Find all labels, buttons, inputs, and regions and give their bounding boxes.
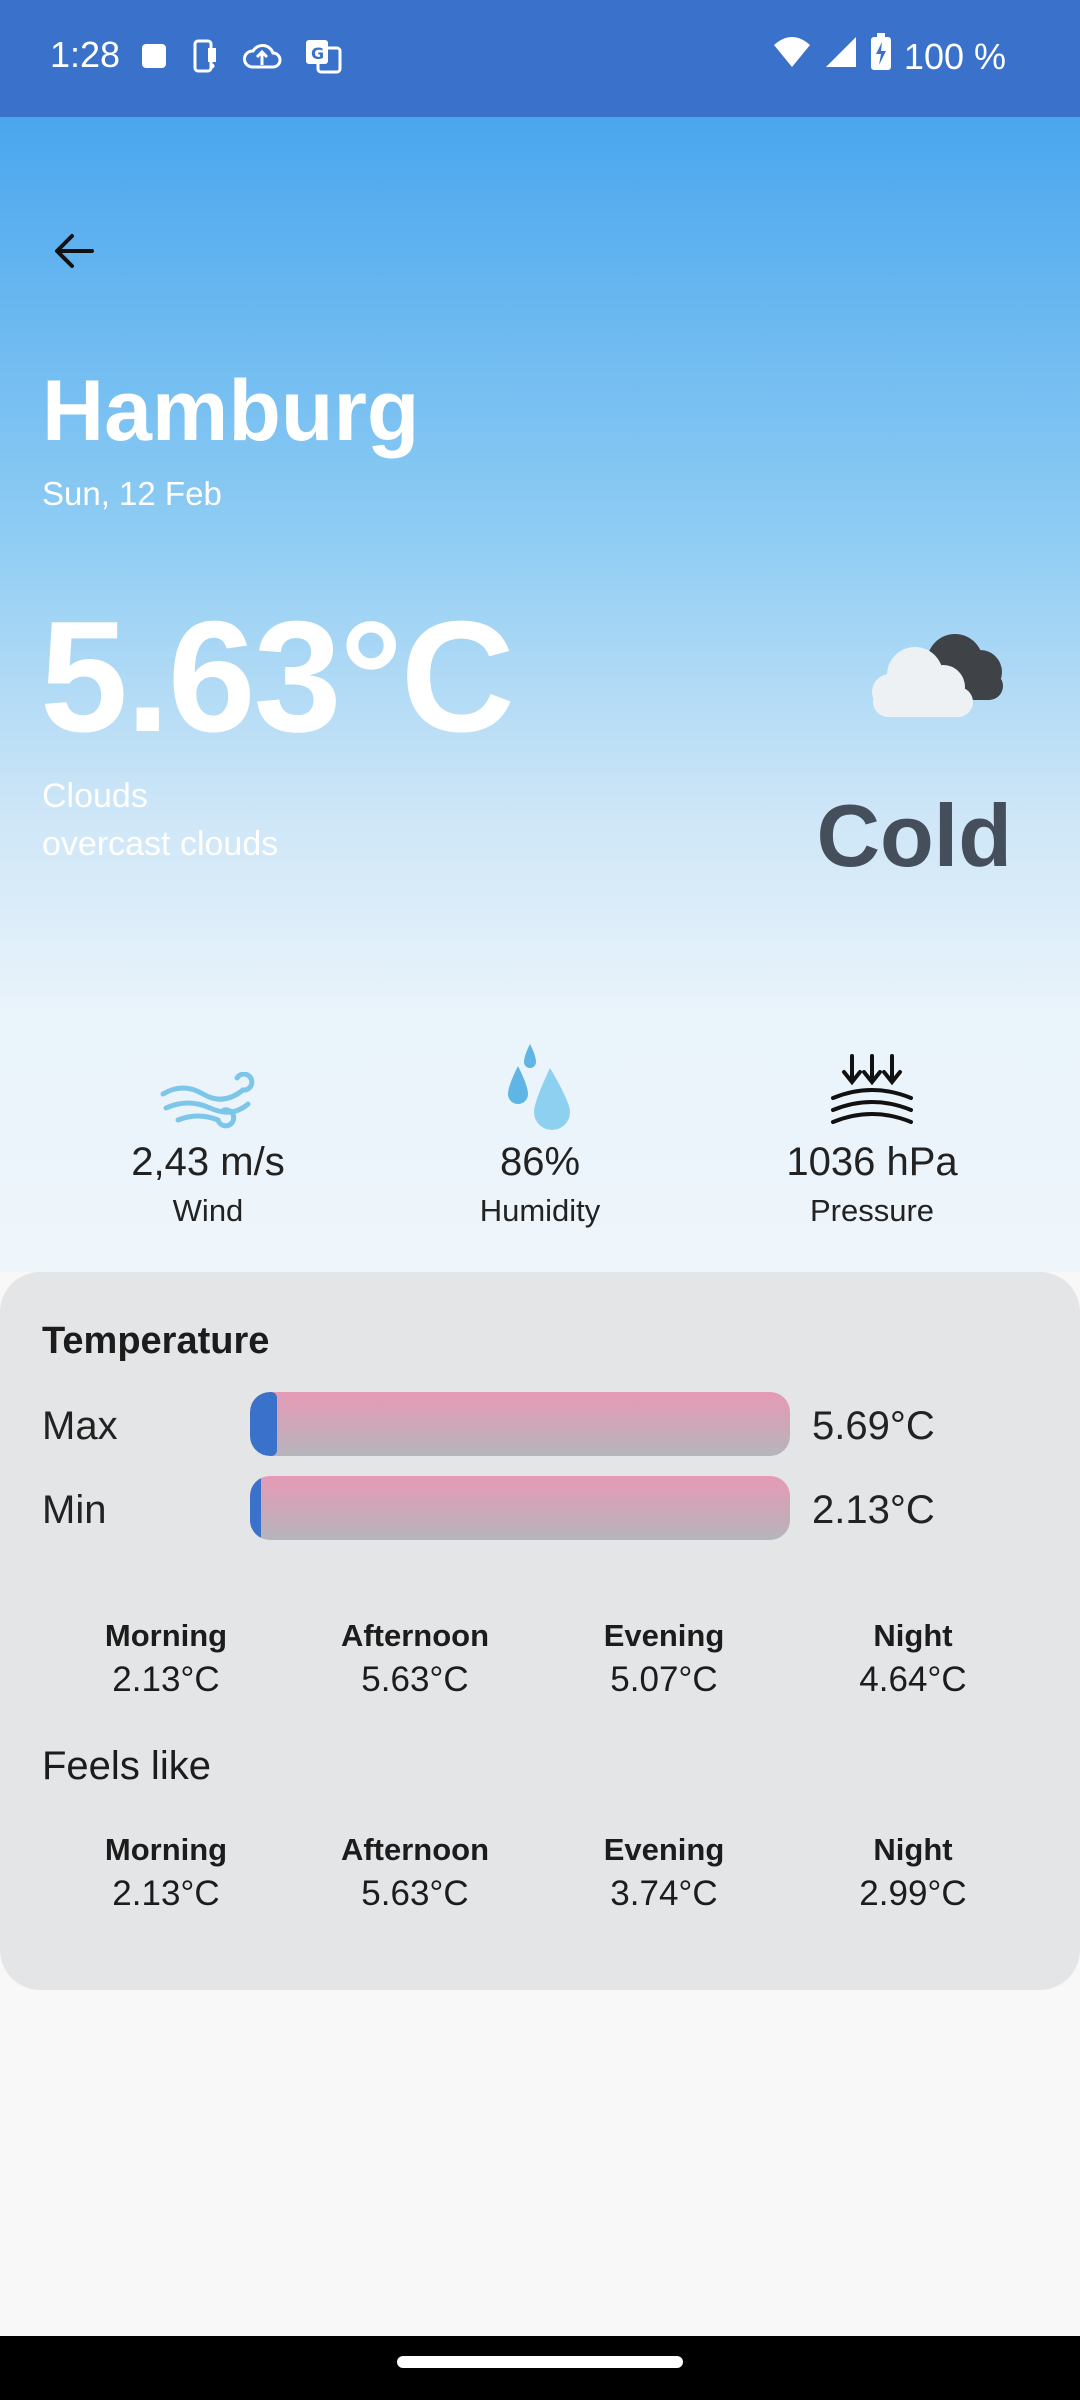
feels-like-title: Feels like xyxy=(42,1744,211,1788)
pressure-value: 1036 hPa xyxy=(786,1140,958,1184)
home-gesture-handle[interactable] xyxy=(397,2356,683,2368)
stat-wind: 2,43 m/s Wind xyxy=(58,1037,358,1229)
period-label: Morning xyxy=(104,1618,228,1653)
stats-row: 2,43 m/s Wind 86% Humidity 1036 hPa Pres… xyxy=(0,1037,1080,1237)
period-label: Morning xyxy=(104,1832,228,1867)
svg-text:G: G xyxy=(311,44,324,63)
period-label: Night xyxy=(873,1618,953,1653)
status-time: 1:28 xyxy=(50,34,121,75)
humidity-label: Humidity xyxy=(479,1193,601,1228)
city-name: Hamburg xyxy=(42,363,420,459)
system-nav-bar xyxy=(0,2336,1080,2400)
current-temperature: 5.63°C xyxy=(40,589,515,765)
pressure-label: Pressure xyxy=(809,1193,935,1228)
feels-evening: Evening 3.74°C xyxy=(539,1832,789,1914)
condition-description: overcast clouds xyxy=(42,825,279,863)
period-afternoon: Afternoon 5.63°C xyxy=(290,1618,540,1700)
condition-main: Clouds xyxy=(42,777,148,815)
feels-night: Night 2.99°C xyxy=(788,1832,1038,1914)
date-label: Sun, 12 Feb xyxy=(42,475,222,512)
stat-humidity: 86% Humidity xyxy=(390,1037,690,1229)
humidity-value: 86% xyxy=(499,1140,581,1184)
wind-label: Wind xyxy=(172,1193,244,1228)
period-value: 5.63°C xyxy=(361,1874,469,1913)
period-value: 2.13°C xyxy=(112,1660,220,1699)
max-temp-bar-fill xyxy=(250,1392,277,1456)
back-button[interactable] xyxy=(40,217,108,285)
period-value: 2.13°C xyxy=(112,1874,220,1913)
temperature-card: Temperature Max 5.69°C Min 2.13°C Mornin… xyxy=(0,1272,1080,1990)
feels-afternoon: Afternoon 5.63°C xyxy=(290,1832,540,1914)
status-bar: 1:28 G 100 % xyxy=(0,0,1080,117)
period-value: 2.99°C xyxy=(859,1874,967,1913)
min-temp-bar xyxy=(250,1476,790,1540)
humidity-icon xyxy=(508,1044,570,1130)
period-label: Afternoon xyxy=(340,1618,490,1653)
min-temp-bar-fill xyxy=(250,1476,261,1540)
wifi-icon xyxy=(772,35,812,78)
feels-morning: Morning 2.13°C xyxy=(41,1832,291,1914)
max-temp-row: Max 5.69°C xyxy=(42,1392,1042,1456)
signal-icon xyxy=(824,35,858,78)
period-value: 3.74°C xyxy=(610,1874,718,1913)
temperature-card-title: Temperature xyxy=(42,1320,270,1362)
period-label: Night xyxy=(873,1832,953,1867)
stop-icon xyxy=(140,42,168,75)
period-label: Afternoon xyxy=(340,1832,490,1867)
stat-pressure: 1036 hPa Pressure xyxy=(722,1037,1022,1229)
min-temp-row: Min 2.13°C xyxy=(42,1476,1042,1540)
cloud-icon xyxy=(855,617,1015,732)
wind-icon xyxy=(160,1072,255,1129)
period-temps: Morning 2.13°C Afternoon 5.63°C Evening … xyxy=(0,1618,1080,1718)
battery-percentage: 100 % xyxy=(903,35,1006,77)
feels-like-temps: Morning 2.13°C Afternoon 5.63°C Evening … xyxy=(0,1832,1080,1932)
battery-charging-icon xyxy=(870,33,892,80)
min-label: Min xyxy=(42,1488,107,1532)
max-label: Max xyxy=(42,1404,118,1448)
period-label: Evening xyxy=(603,1832,725,1867)
period-evening: Evening 5.07°C xyxy=(539,1618,789,1700)
period-value: 5.63°C xyxy=(361,1660,469,1699)
pressure-icon xyxy=(831,1054,913,1124)
translate-icon: G xyxy=(304,38,342,79)
feels-word: Cold xyxy=(816,786,1012,885)
current-weather-panel: Hamburg Sun, 12 Feb 5.63°C Clouds overca… xyxy=(0,117,1080,1272)
period-morning: Morning 2.13°C xyxy=(41,1618,291,1700)
period-value: 4.64°C xyxy=(859,1660,967,1699)
period-label: Evening xyxy=(603,1618,725,1653)
max-value: 5.69°C xyxy=(812,1404,935,1448)
cloud-upload-icon xyxy=(242,39,282,78)
alert-device-icon xyxy=(190,38,220,79)
wind-value: 2,43 m/s xyxy=(131,1140,285,1184)
period-night: Night 4.64°C xyxy=(788,1618,1038,1700)
min-value: 2.13°C xyxy=(812,1488,935,1532)
arrow-back-icon xyxy=(55,234,94,268)
period-value: 5.07°C xyxy=(610,1660,718,1699)
max-temp-bar xyxy=(250,1392,790,1456)
